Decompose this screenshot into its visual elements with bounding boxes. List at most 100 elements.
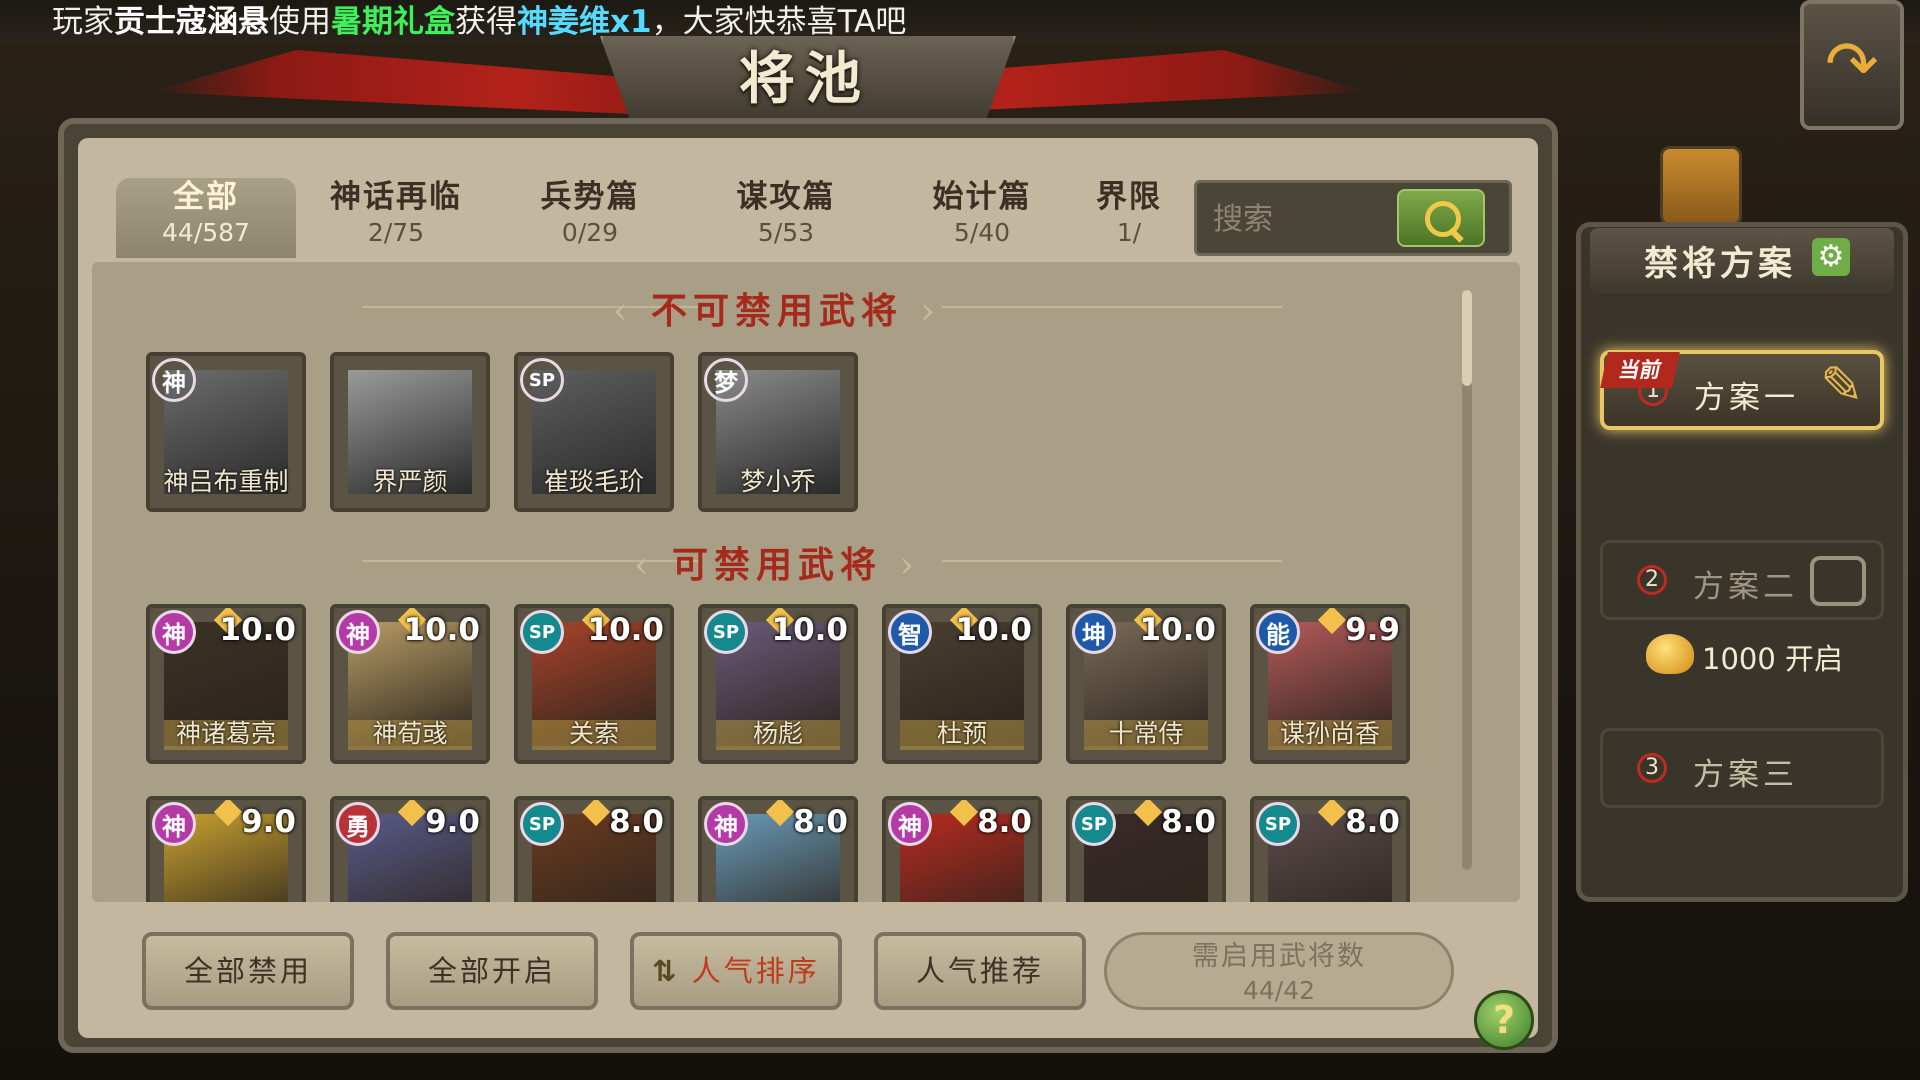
sort-by-popularity-button[interactable]: ⇅ 人气排序 [630, 932, 842, 1010]
search-box [1194, 180, 1512, 256]
general-score: 8.0 [1345, 804, 1400, 840]
tier-badge: 能 [1256, 610, 1300, 654]
tab-bingshi[interactable]: 兵势篇 0/29 [500, 178, 680, 258]
general-name: 崔琰毛玠 [543, 467, 644, 496]
general-card-bannable[interactable]: SP 8.0 [1066, 796, 1226, 902]
tier-badge: SP [520, 610, 564, 654]
tab-myth-return[interactable]: 神话再临 2/75 [306, 178, 486, 258]
marquee-get: 获得 [455, 4, 517, 40]
general-list-area[interactable]: ‹ 不可禁用武将 › ‹ 可禁用武将 › 神 神吕布重制 界严颜 SP 崔琰毛玠… [92, 262, 1520, 902]
edit-icon[interactable]: ✎ [1820, 356, 1864, 416]
popular-recommend-button[interactable]: 人气推荐 [874, 932, 1086, 1010]
marquee-verb: 使用 [269, 4, 331, 40]
marquee-prefix: 玩家 [52, 4, 114, 40]
tab-label: 兵势篇 [540, 179, 640, 215]
general-score: 8.0 [793, 804, 848, 840]
general-card-unbannable[interactable]: SP 崔琰毛玠 [514, 352, 674, 512]
general-card-bannable[interactable]: SP 8.0 [1250, 796, 1410, 902]
page-title: 将池 [739, 46, 871, 112]
current-scheme-tag: 当前 [1600, 352, 1680, 388]
general-score: 10.0 [1139, 612, 1217, 648]
scrollbar-thumb[interactable] [1462, 290, 1472, 386]
back-arrow-icon: ↶ [1825, 28, 1879, 102]
general-name: 十常侍 [1108, 719, 1184, 748]
general-score: 10.0 [403, 612, 481, 648]
scheme-number: 2 [1637, 565, 1667, 595]
general-card-bannable[interactable]: 坤 10.0 十常侍 [1066, 604, 1226, 764]
general-name: 界严颜 [372, 467, 448, 496]
lock-icon [1810, 556, 1866, 606]
ban-scheme-title: 禁将方案 [1644, 244, 1796, 284]
scheme-3-button[interactable]: 3 方案三 [1600, 728, 1884, 808]
general-score: 8.0 [609, 804, 664, 840]
general-name: 神荀彧 [372, 719, 448, 748]
enable-all-button[interactable]: 全部开启 [386, 932, 598, 1010]
tab-jiexian[interactable]: 界限 1/ [1092, 178, 1166, 258]
scroll-icon[interactable] [1660, 146, 1742, 226]
tab-label: 全部 [173, 179, 239, 215]
tab-count: 1/ [1116, 218, 1142, 247]
scheme-label: 方案三 [1693, 757, 1798, 793]
unlock-cost-label: 1000 开启 [1702, 642, 1844, 676]
general-name: 神诸葛亮 [175, 719, 276, 748]
general-card-bannable[interactable]: 智 10.0 杜预 [882, 604, 1042, 764]
tab-count: 0/29 [561, 218, 619, 247]
tab-label: 始计篇 [932, 179, 1032, 215]
unlock-cost[interactable]: 1000 开启 [1650, 636, 1890, 678]
tab-shiji[interactable]: 始计篇 5/40 [892, 178, 1072, 258]
scheme-number: 3 [1637, 753, 1667, 783]
tab-count: 5/53 [757, 218, 815, 247]
general-name: 杨彪 [752, 719, 803, 748]
tier-badge: 梦 [704, 358, 748, 402]
tier-badge: SP [520, 802, 564, 846]
tier-badge: SP [520, 358, 564, 402]
tab-mougong[interactable]: 谋攻篇 5/53 [696, 178, 876, 258]
marquee-gift: 暑期礼盒 [331, 4, 455, 40]
general-score: 10.0 [219, 612, 297, 648]
marquee-player: 贡士寇涵悬 [114, 4, 269, 40]
scheme-label: 方案二 [1693, 569, 1798, 605]
section-title-text: 可禁用武将 [671, 544, 882, 586]
general-card-bannable[interactable]: 神 10.0 神诸葛亮 [146, 604, 306, 764]
general-card-unbannable[interactable]: 界严颜 [330, 352, 490, 512]
general-card-unbannable[interactable]: 神 神吕布重制 [146, 352, 306, 512]
ban-all-button[interactable]: 全部禁用 [142, 932, 354, 1010]
tier-badge: 神 [152, 358, 196, 402]
general-card-bannable[interactable]: SP 8.0 [514, 796, 674, 902]
tab-label: 界限 [1096, 179, 1162, 215]
general-card-bannable[interactable]: 神 8.0 [882, 796, 1042, 902]
general-card-bannable[interactable]: SP 10.0 杨彪 [698, 604, 858, 764]
tier-badge: SP [704, 610, 748, 654]
tab-all[interactable]: 全部 44/587 [116, 178, 296, 258]
search-button[interactable] [1397, 189, 1485, 247]
tab-label: 谋攻篇 [736, 179, 836, 215]
general-card-bannable[interactable]: 能 9.9 谋孙尚香 [1250, 604, 1410, 764]
general-score: 8.0 [1161, 804, 1216, 840]
tier-badge: 勇 [336, 802, 380, 846]
list-scrollbar[interactable] [1462, 290, 1472, 870]
tab-count: 2/75 [367, 218, 425, 247]
general-name: 关索 [568, 719, 619, 748]
general-score: 9.0 [425, 804, 480, 840]
sort-label: 人气排序 [691, 954, 820, 988]
section-title-bannable: ‹ 可禁用武将 › [634, 544, 920, 586]
section-title-text: 不可禁用武将 [650, 290, 903, 332]
general-card-unbannable[interactable]: 梦 梦小乔 [698, 352, 858, 512]
section-title-unbannable: ‹ 不可禁用武将 › [613, 290, 941, 332]
general-card-bannable[interactable]: 神 8.0 [698, 796, 858, 902]
general-name: 神吕布重制 [163, 467, 289, 496]
gear-icon[interactable]: ⚙ [1812, 238, 1850, 276]
tier-badge: 神 [152, 610, 196, 654]
help-button[interactable]: ? [1474, 990, 1534, 1050]
back-button[interactable]: ↶ [1800, 0, 1904, 130]
tier-badge: 神 [888, 802, 932, 846]
tier-badge: 神 [336, 610, 380, 654]
general-card-bannable[interactable]: 神 9.0 [146, 796, 306, 902]
search-input[interactable] [1211, 193, 1405, 245]
general-name: 梦小乔 [740, 467, 816, 496]
general-card-bannable[interactable]: 神 10.0 神荀彧 [330, 604, 490, 764]
general-card-bannable[interactable]: SP 10.0 关索 [514, 604, 674, 764]
required-value: 44/42 [1242, 976, 1316, 1005]
general-score: 9.0 [241, 804, 296, 840]
general-card-bannable[interactable]: 勇 9.0 [330, 796, 490, 902]
